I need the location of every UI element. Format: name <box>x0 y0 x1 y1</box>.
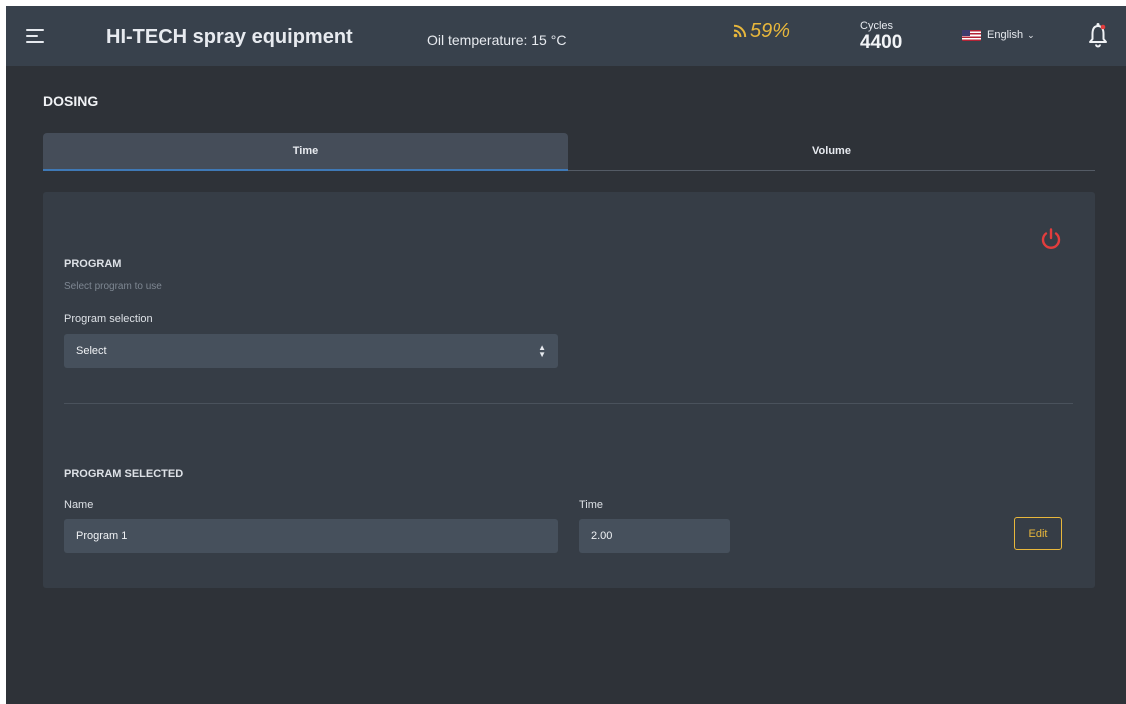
program-hint: Select program to use <box>64 281 162 292</box>
time-field[interactable]: 2.00 <box>579 519 730 553</box>
section-divider <box>64 403 1073 404</box>
time-label: Time <box>579 499 604 511</box>
cycles-value: 4400 <box>860 32 903 53</box>
oil-temperature: Oil temperature: 15 °C <box>427 32 567 48</box>
name-label: Name <box>64 499 94 511</box>
program-select-value: Select <box>76 345 107 357</box>
page-title: DOSING <box>43 93 99 109</box>
name-field[interactable]: Program 1 <box>64 519 558 553</box>
name-value: Program 1 <box>76 530 128 542</box>
us-flag-icon <box>962 29 981 41</box>
program-select[interactable]: Select ▲ ▼ <box>64 334 558 368</box>
rss-signal-icon <box>733 24 747 38</box>
edit-button[interactable]: Edit <box>1014 517 1062 550</box>
language-label: English <box>987 29 1024 41</box>
cycles-label: Cycles <box>860 20 894 32</box>
power-icon[interactable] <box>1039 227 1063 251</box>
bell-icon[interactable] <box>1088 22 1108 48</box>
tab-volume[interactable]: Volume <box>568 133 1095 171</box>
app-window: HI-TECH spray equipment Oil temperature:… <box>6 6 1126 704</box>
time-value: 2.00 <box>591 530 613 542</box>
program-section-title: PROGRAM <box>64 258 122 270</box>
signal-strength: 59% <box>733 19 790 43</box>
program-selection-label: Program selection <box>64 313 153 325</box>
tab-time[interactable]: Time <box>43 133 568 171</box>
language-selector[interactable]: English ⌄ <box>962 27 1035 43</box>
brand-title: HI-TECH spray equipment <box>106 26 353 48</box>
program-selected-title: PROGRAM SELECTED <box>64 468 184 480</box>
top-header: HI-TECH spray equipment Oil temperature:… <box>6 6 1126 66</box>
signal-value: 59% <box>750 19 791 42</box>
hamburger-icon[interactable] <box>26 29 44 43</box>
sort-caret-icon: ▲ ▼ <box>538 343 546 359</box>
chevron-down-icon: ⌄ <box>1027 29 1035 40</box>
cycles-counter: Cycles 4400 <box>860 20 920 54</box>
program-card: PROGRAM Select program to use Program se… <box>43 192 1095 588</box>
dosing-tabs: Time Volume <box>43 133 1095 171</box>
